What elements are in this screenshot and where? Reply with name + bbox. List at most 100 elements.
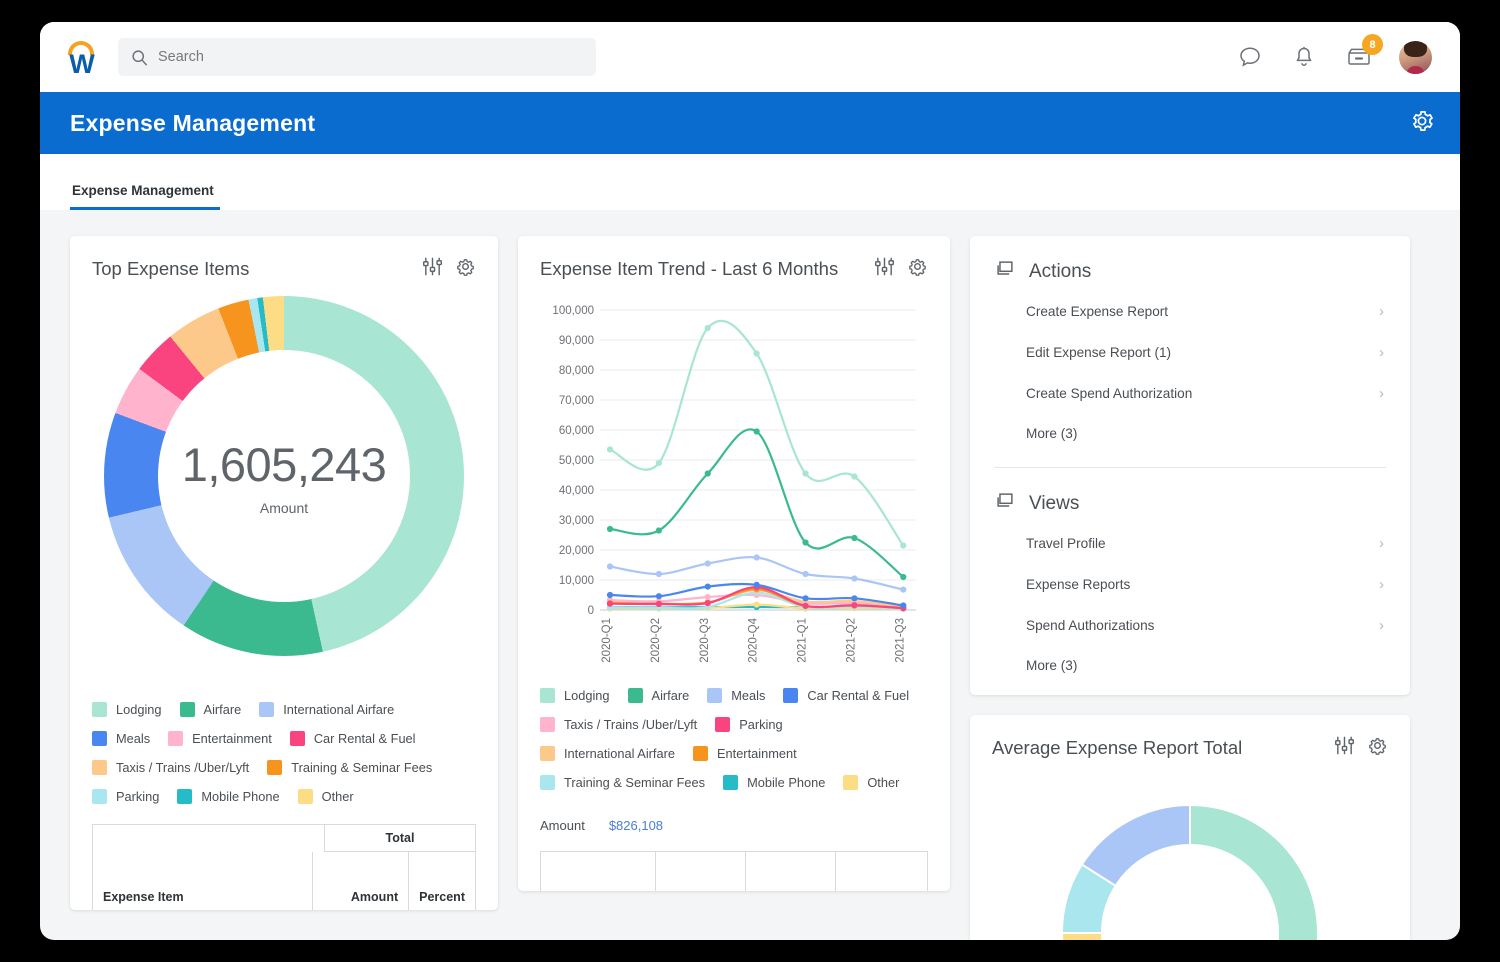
trend-data-point[interactable] bbox=[705, 325, 711, 331]
donut-legend-item[interactable]: Other bbox=[298, 789, 354, 804]
trend-amount-value[interactable]: $826,108 bbox=[609, 818, 663, 833]
donut-legend-item[interactable]: Parking bbox=[92, 789, 159, 804]
search-placeholder-text: Search bbox=[158, 49, 204, 65]
trend-legend-item[interactable]: Meals bbox=[707, 688, 765, 703]
trend-data-point[interactable] bbox=[705, 560, 711, 566]
trend-legend-item[interactable]: Other bbox=[843, 775, 899, 790]
table-col-expense-item[interactable]: Expense Item bbox=[93, 852, 313, 910]
trend-data-point[interactable] bbox=[607, 526, 613, 532]
chevron-right-icon: › bbox=[1379, 576, 1384, 593]
donut-legend-item[interactable]: Training & Seminar Fees bbox=[267, 760, 432, 775]
trend-data-point[interactable] bbox=[900, 587, 906, 593]
trend-data-point[interactable] bbox=[656, 571, 662, 577]
workday-logo[interactable]: W bbox=[62, 35, 102, 79]
donut-legend-item[interactable]: International Airfare bbox=[259, 702, 394, 717]
trend-legend-item[interactable]: Taxis / Trains /Uber/Lyft bbox=[540, 717, 697, 732]
average-expense-donut-chart[interactable] bbox=[970, 773, 1410, 940]
trend-data-point[interactable] bbox=[900, 602, 906, 608]
trend-legend-item[interactable]: Lodging bbox=[540, 688, 610, 703]
trend-legend-item[interactable]: Mobile Phone bbox=[723, 775, 825, 790]
trend-data-point[interactable] bbox=[754, 350, 760, 356]
trend-legend-item[interactable]: Entertainment bbox=[693, 746, 797, 761]
expense-trend-line-chart[interactable]: 010,00020,00030,00040,00050,00060,00070,… bbox=[532, 298, 932, 688]
legend-swatch bbox=[843, 775, 858, 790]
trend-data-point[interactable] bbox=[656, 527, 662, 533]
bell-icon[interactable] bbox=[1291, 44, 1317, 70]
trend-legend-item[interactable]: International Airfare bbox=[540, 746, 675, 761]
trend-data-point[interactable] bbox=[802, 603, 808, 609]
app-window: W Search bbox=[40, 22, 1460, 940]
card-gear-icon[interactable] bbox=[907, 256, 928, 282]
filter-sliders-icon[interactable] bbox=[422, 256, 443, 282]
trend-data-point[interactable] bbox=[802, 470, 808, 476]
trend-legend-item[interactable]: Training & Seminar Fees bbox=[540, 775, 705, 790]
trend-data-point[interactable] bbox=[607, 601, 613, 607]
views-more[interactable]: More (3) bbox=[994, 646, 1386, 687]
card-average-expense-report-total: Average Expense Report Total bbox=[970, 715, 1410, 940]
trend-data-point[interactable] bbox=[802, 571, 808, 577]
trend-data-point[interactable] bbox=[656, 593, 662, 599]
trend-data-point[interactable] bbox=[607, 592, 613, 598]
trend-data-point[interactable] bbox=[851, 535, 857, 541]
donut-legend-item[interactable]: Entertainment bbox=[168, 731, 272, 746]
copy-icon bbox=[994, 258, 1016, 285]
avg-donut-segment[interactable] bbox=[1190, 805, 1318, 940]
actions-more[interactable]: More (3) bbox=[994, 414, 1386, 455]
donut-legend-item[interactable]: Taxis / Trains /Uber/Lyft bbox=[92, 760, 249, 775]
avg-donut-segment[interactable] bbox=[1082, 805, 1190, 886]
filter-sliders-icon[interactable] bbox=[1334, 735, 1355, 761]
trend-legend-item[interactable]: Car Rental & Fuel bbox=[783, 688, 909, 703]
tab-expense-management[interactable]: Expense Management bbox=[70, 183, 220, 210]
action-item[interactable]: Edit Expense Report (1)› bbox=[994, 332, 1386, 373]
trend-data-point[interactable] bbox=[656, 601, 662, 607]
trend-data-point[interactable] bbox=[851, 575, 857, 581]
card-gear-icon[interactable] bbox=[1367, 735, 1388, 761]
table-header-group-row: Total bbox=[93, 825, 475, 852]
donut-legend-item[interactable]: Mobile Phone bbox=[177, 789, 279, 804]
trend-data-point[interactable] bbox=[900, 542, 906, 548]
chat-icon[interactable] bbox=[1237, 44, 1263, 70]
card-expense-item-trend: Expense Item Trend - Last 6 Months bbox=[518, 236, 950, 891]
trend-data-point[interactable] bbox=[851, 602, 857, 608]
avg-donut-segment[interactable] bbox=[1062, 933, 1130, 940]
trend-data-point[interactable] bbox=[607, 563, 613, 569]
donut-legend-item[interactable]: Car Rental & Fuel bbox=[290, 731, 416, 746]
trend-data-point[interactable] bbox=[705, 470, 711, 476]
trend-data-point[interactable] bbox=[607, 446, 613, 452]
trend-data-point[interactable] bbox=[802, 539, 808, 545]
trend-data-point[interactable] bbox=[656, 460, 662, 466]
donut-ring[interactable]: 1,605,243 Amount bbox=[104, 296, 464, 656]
user-avatar[interactable] bbox=[1399, 41, 1432, 74]
y-axis-tick-label: 60,000 bbox=[559, 425, 594, 437]
view-item[interactable]: Travel Profile› bbox=[994, 523, 1386, 564]
trend-data-point[interactable] bbox=[802, 595, 808, 601]
trend-legend-item[interactable]: Parking bbox=[715, 717, 782, 732]
trend-data-point[interactable] bbox=[754, 554, 760, 560]
inbox-icon[interactable]: 8 bbox=[1345, 44, 1371, 70]
action-item[interactable]: Create Spend Authorization› bbox=[994, 373, 1386, 414]
trend-data-point[interactable] bbox=[705, 600, 711, 606]
view-item[interactable]: Spend Authorizations› bbox=[994, 605, 1386, 646]
trend-data-point[interactable] bbox=[851, 473, 857, 479]
table-col-amount[interactable]: Amount bbox=[313, 852, 409, 910]
search-input[interactable]: Search bbox=[118, 38, 596, 76]
y-axis-tick-label: 50,000 bbox=[559, 455, 594, 467]
header-gear-icon[interactable] bbox=[1410, 109, 1434, 138]
trend-data-point[interactable] bbox=[900, 574, 906, 580]
trend-data-point[interactable] bbox=[705, 584, 711, 590]
page-title: Expense Management bbox=[70, 110, 315, 137]
action-item[interactable]: Create Expense Report› bbox=[994, 291, 1386, 332]
card-gear-icon[interactable] bbox=[455, 256, 476, 282]
filter-sliders-icon[interactable] bbox=[874, 256, 895, 282]
trend-data-point[interactable] bbox=[754, 602, 760, 608]
trend-data-point[interactable] bbox=[754, 428, 760, 434]
view-item[interactable]: Expense Reports› bbox=[994, 564, 1386, 605]
donut-legend-item[interactable]: Meals bbox=[92, 731, 150, 746]
trend-data-point[interactable] bbox=[851, 595, 857, 601]
trend-data-point[interactable] bbox=[754, 582, 760, 588]
trend-legend-item[interactable]: Airfare bbox=[628, 688, 690, 703]
donut-legend-item[interactable]: Lodging bbox=[92, 702, 162, 717]
table-col-percent[interactable]: Percent bbox=[409, 852, 475, 910]
donut-legend-item[interactable]: Airfare bbox=[180, 702, 242, 717]
legend-swatch bbox=[168, 731, 183, 746]
